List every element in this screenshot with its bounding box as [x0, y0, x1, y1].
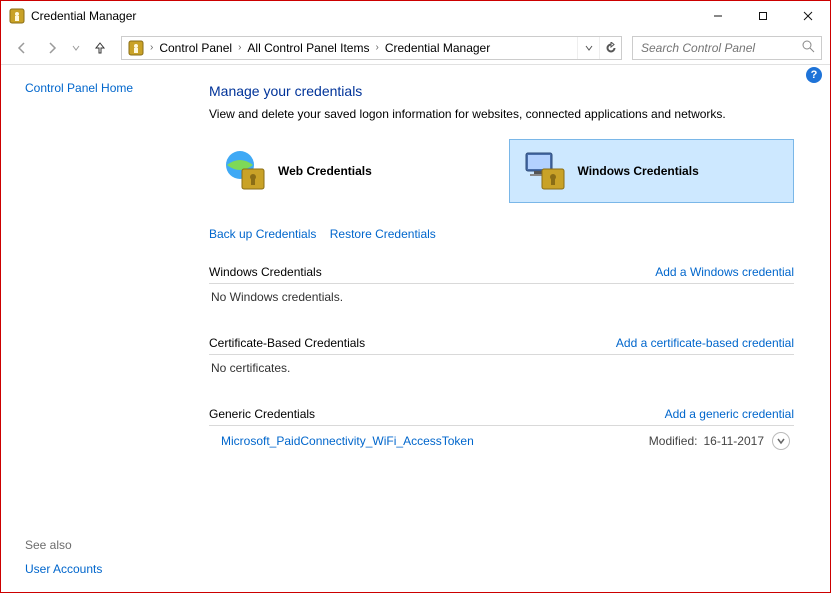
web-credentials-tile[interactable]: Web Credentials	[209, 139, 495, 203]
chevron-right-icon[interactable]: ›	[234, 42, 245, 53]
breadcrumb-item[interactable]: All Control Panel Items	[245, 39, 371, 57]
credential-name: Microsoft_PaidConnectivity_WiFi_AccessTo…	[221, 434, 649, 448]
breadcrumb-item[interactable]: Control Panel	[157, 39, 234, 57]
add-generic-credential-link[interactable]: Add a generic credential	[665, 407, 794, 421]
search-input[interactable]	[639, 40, 802, 56]
modified-label: Modified:	[649, 434, 698, 448]
cert-credentials-empty: No certificates.	[209, 355, 794, 381]
windows-credentials-section-header: Windows Credentials Add a Windows creden…	[209, 261, 794, 284]
cert-credentials-section-header: Certificate-Based Credentials Add a cert…	[209, 332, 794, 355]
add-cert-credential-link[interactable]: Add a certificate-based credential	[616, 336, 794, 350]
modified-date: 16-11-2017	[704, 434, 765, 448]
app-icon	[9, 8, 25, 24]
chevron-right-icon[interactable]: ›	[146, 42, 157, 53]
see-also-heading: See also	[25, 538, 193, 552]
action-links: Back up Credentials Restore Credentials	[209, 227, 794, 241]
recent-locations-button[interactable]	[69, 35, 83, 61]
generic-credentials-section-header: Generic Credentials Add a generic creden…	[209, 403, 794, 426]
content-area: Control Panel Home See also User Account…	[1, 65, 830, 592]
section-heading: Windows Credentials	[209, 265, 322, 279]
credential-tiles: Web Credentials Windows Credentials	[209, 139, 794, 203]
breadcrumb-icon	[128, 40, 144, 56]
window-title: Credential Manager	[31, 9, 136, 23]
refresh-button[interactable]	[599, 37, 621, 59]
backup-credentials-link[interactable]: Back up Credentials	[209, 227, 316, 241]
window-controls	[695, 1, 830, 31]
breadcrumb[interactable]: › Control Panel › All Control Panel Item…	[121, 36, 622, 60]
back-button[interactable]	[9, 35, 35, 61]
user-accounts-link[interactable]: User Accounts	[25, 562, 193, 576]
page-title: Manage your credentials	[209, 83, 794, 99]
address-bar: › Control Panel › All Control Panel Item…	[1, 31, 830, 65]
minimize-button[interactable]	[695, 1, 740, 31]
close-button[interactable]	[785, 1, 830, 31]
web-credentials-icon	[220, 147, 268, 195]
left-panel: Control Panel Home See also User Account…	[1, 65, 201, 592]
page-description: View and delete your saved logon informa…	[209, 107, 794, 121]
breadcrumb-item[interactable]: Credential Manager	[383, 39, 492, 57]
up-button[interactable]	[87, 35, 113, 61]
credential-row[interactable]: Microsoft_PaidConnectivity_WiFi_AccessTo…	[209, 426, 794, 456]
title-bar: Credential Manager	[1, 1, 830, 31]
windows-credentials-empty: No Windows credentials.	[209, 284, 794, 310]
maximize-button[interactable]	[740, 1, 785, 31]
main-panel: ? Manage your credentials View and delet…	[201, 65, 830, 592]
windows-credentials-tile[interactable]: Windows Credentials	[509, 139, 795, 203]
search-icon[interactable]	[802, 40, 815, 56]
web-credentials-label: Web Credentials	[278, 164, 372, 178]
section-heading: Certificate-Based Credentials	[209, 336, 365, 350]
windows-credentials-label: Windows Credentials	[578, 164, 699, 178]
add-windows-credential-link[interactable]: Add a Windows credential	[655, 265, 794, 279]
windows-credentials-icon	[520, 147, 568, 195]
control-panel-home-link[interactable]: Control Panel Home	[25, 81, 193, 95]
restore-credentials-link[interactable]: Restore Credentials	[330, 227, 436, 241]
section-heading: Generic Credentials	[209, 407, 315, 421]
help-icon[interactable]: ?	[806, 67, 822, 83]
breadcrumb-dropdown[interactable]	[577, 37, 599, 59]
expand-button[interactable]	[772, 432, 790, 450]
chevron-right-icon[interactable]: ›	[371, 42, 382, 53]
search-box[interactable]	[632, 36, 822, 60]
forward-button[interactable]	[39, 35, 65, 61]
